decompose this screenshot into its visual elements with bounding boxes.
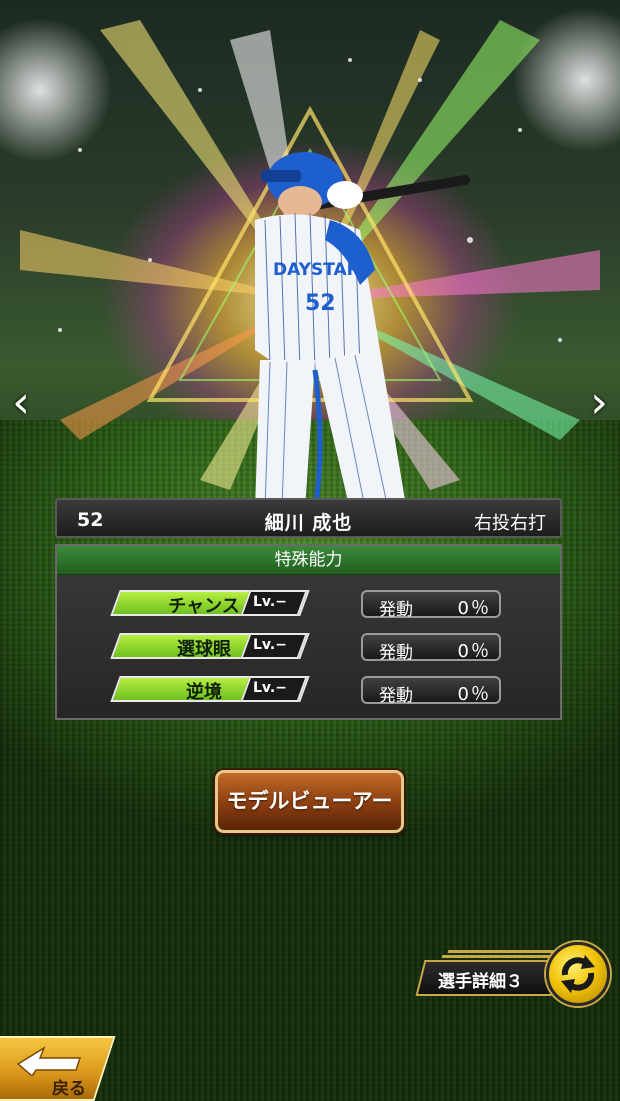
ability-row: 選球眼 Lv.− 発動 0％ xyxy=(57,633,560,663)
activation-rate-box: 発動 0％ xyxy=(361,676,501,706)
back-label: 戻る xyxy=(52,1079,86,1099)
special-abilities-panel: 特殊能力 チャンス Lv.− 発動 0％ 選球眼 Lv.− 発動 0％ 逆境 L… xyxy=(55,544,562,720)
activation-label: 発動 xyxy=(379,600,413,620)
uniform-number: 52 xyxy=(305,291,336,316)
ability-level: Lv.− xyxy=(253,594,287,610)
activation-rate: 0％ xyxy=(457,684,491,705)
ability-row: チャンス Lv.− 発動 0％ xyxy=(57,590,560,620)
previous-player-arrow[interactable]: ‹ xyxy=(6,378,36,428)
player-card-screen: ‹ › DAYSTARS 52 52 細川 成也 右投右打 特殊能力 チャンス … xyxy=(0,0,620,1101)
player-detail-tab[interactable]: 選手詳細３ xyxy=(415,960,561,996)
back-arrow-icon xyxy=(16,1046,82,1076)
rotate-arrows-icon xyxy=(561,955,595,993)
ability-level: Lv.− xyxy=(253,637,287,653)
activation-label: 発動 xyxy=(379,686,413,706)
uniform-team-text: DAYSTARS xyxy=(273,260,372,280)
activation-rate: 0％ xyxy=(457,598,491,619)
player-detail-label: 選手詳細３ xyxy=(438,972,523,992)
activation-rate-box: 発動 0％ xyxy=(361,590,501,620)
special-abilities-header: 特殊能力 xyxy=(57,546,560,575)
back-button[interactable]: 戻る xyxy=(0,1036,116,1101)
model-viewer-button[interactable]: モデルビューアー xyxy=(215,770,404,833)
activation-rate-box: 発動 0％ xyxy=(361,633,501,663)
switch-view-button[interactable] xyxy=(546,942,610,1006)
ability-level: Lv.− xyxy=(253,680,287,696)
player-info-bar: 52 細川 成也 右投右打 xyxy=(55,498,562,538)
activation-label: 発動 xyxy=(379,643,413,663)
detail-tab-stripe xyxy=(441,955,563,958)
next-player-arrow[interactable]: › xyxy=(584,378,614,428)
throw-bat-style: 右投右打 xyxy=(474,513,546,534)
ability-row: 逆境 Lv.− 発動 0％ xyxy=(57,676,560,706)
player-image: DAYSTARS 52 xyxy=(255,152,470,511)
activation-rate: 0％ xyxy=(457,641,491,662)
